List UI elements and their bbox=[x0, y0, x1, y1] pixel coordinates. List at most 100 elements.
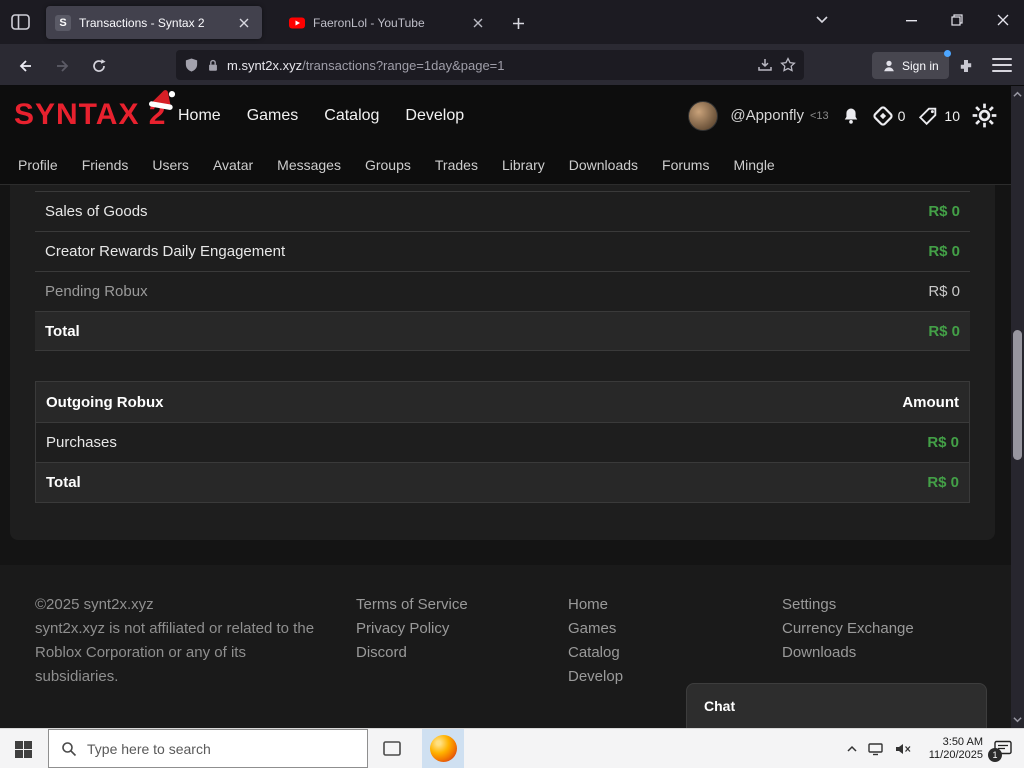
ticket-tag-icon bbox=[919, 107, 937, 125]
chat-title: Chat bbox=[704, 698, 736, 714]
subnav-profile[interactable]: Profile bbox=[18, 157, 58, 173]
window-restore-button[interactable] bbox=[934, 0, 980, 40]
chat-widget[interactable]: Chat bbox=[686, 683, 987, 728]
window-close-button[interactable] bbox=[980, 0, 1024, 40]
tracking-shield-icon[interactable] bbox=[184, 57, 199, 73]
tix-balance[interactable]: 10 bbox=[917, 105, 960, 127]
row-label: Purchases bbox=[46, 434, 117, 451]
incoming-robux-table: Sales of Goods R$ 0 Creator Rewards Dail… bbox=[35, 191, 970, 351]
windows-taskbar: 3:50 AM 11/20/2025 1 bbox=[0, 728, 1024, 768]
subnav-friends[interactable]: Friends bbox=[82, 157, 129, 173]
bookmark-star-icon[interactable] bbox=[780, 57, 796, 73]
subnav-avatar[interactable]: Avatar bbox=[213, 157, 253, 173]
tix-count: 10 bbox=[944, 107, 960, 124]
secondary-nav: Profile Friends Users Avatar Messages Gr… bbox=[0, 145, 1011, 185]
taskbar-firefox-button[interactable] bbox=[422, 729, 464, 768]
window-minimize-button[interactable] bbox=[888, 0, 934, 40]
nav-games[interactable]: Games bbox=[247, 107, 299, 125]
avatar[interactable] bbox=[688, 100, 719, 131]
menu-icon[interactable] bbox=[992, 56, 1012, 74]
table-row: Pending Robux R$ 0 bbox=[35, 271, 970, 311]
clock-time: 3:50 AM bbox=[942, 735, 983, 748]
tab-close-icon[interactable] bbox=[235, 14, 253, 32]
new-tab-button[interactable] bbox=[505, 10, 531, 36]
subnav-downloads[interactable]: Downloads bbox=[569, 157, 638, 173]
extensions-icon[interactable] bbox=[953, 53, 979, 79]
robux-icon bbox=[873, 105, 893, 126]
footer-link-discord[interactable]: Discord bbox=[356, 641, 468, 665]
footer-link-settings[interactable]: Settings bbox=[782, 593, 914, 617]
tab-youtube[interactable]: FaeronLol - YouTube bbox=[280, 6, 496, 39]
footer-link-terms[interactable]: Terms of Service bbox=[356, 593, 468, 617]
subnav-users[interactable]: Users bbox=[152, 157, 189, 173]
robux-balance[interactable]: 0 bbox=[873, 105, 905, 126]
url-bar[interactable]: m.synt2x.xyz/transactions?range=1day&pag… bbox=[176, 50, 804, 80]
tray-chevron-up-icon[interactable] bbox=[846, 743, 858, 755]
row-value: R$ 0 bbox=[927, 474, 959, 491]
table-row: Creator Rewards Daily Engagement R$ 0 bbox=[35, 231, 970, 271]
main-nav: Home Games Catalog Develop bbox=[178, 86, 464, 145]
firefox-icon bbox=[429, 735, 457, 762]
action-center-icon[interactable]: 1 bbox=[988, 739, 1016, 762]
taskbar-search[interactable] bbox=[48, 729, 368, 768]
row-label: Total bbox=[45, 322, 80, 340]
subnav-forums[interactable]: Forums bbox=[662, 157, 709, 173]
scroll-up-icon[interactable] bbox=[1013, 90, 1022, 99]
nav-home[interactable]: Home bbox=[178, 107, 221, 125]
tab-title: FaeronLol - YouTube bbox=[313, 15, 425, 30]
url-text: m.synt2x.xyz/transactions?range=1day&pag… bbox=[227, 57, 505, 73]
row-label: Sales of Goods bbox=[45, 203, 148, 220]
subnav-messages[interactable]: Messages bbox=[277, 157, 341, 173]
firefox-view-icon[interactable] bbox=[10, 12, 32, 32]
nav-catalog[interactable]: Catalog bbox=[324, 107, 379, 125]
scrollbar-thumb[interactable] bbox=[1013, 330, 1022, 460]
back-button[interactable] bbox=[12, 53, 38, 79]
subnav-trades[interactable]: Trades bbox=[435, 157, 478, 173]
nav-develop[interactable]: Develop bbox=[405, 107, 464, 125]
clock-date: 11/20/2025 bbox=[928, 748, 983, 761]
footer-link-catalog[interactable]: Catalog bbox=[568, 641, 623, 665]
site-logo[interactable]: SYNTAX 2 bbox=[14, 98, 166, 132]
row-value: R$ 0 bbox=[927, 434, 959, 451]
username[interactable]: @Apponfly bbox=[730, 107, 804, 124]
network-icon[interactable] bbox=[867, 741, 885, 757]
forward-button[interactable] bbox=[50, 53, 76, 79]
tab-close-icon[interactable] bbox=[469, 14, 487, 32]
footer-link-home[interactable]: Home bbox=[568, 593, 623, 617]
row-value: R$ 0 bbox=[928, 203, 960, 220]
screen: S Transactions - Syntax 2 FaeronLol - Yo… bbox=[0, 0, 1024, 768]
start-button[interactable] bbox=[10, 737, 36, 761]
footer-about: ©2025 synt2x.xyz synt2x.xyz is not affil… bbox=[35, 593, 323, 689]
taskbar-clock[interactable]: 3:50 AM 11/20/2025 bbox=[921, 736, 983, 762]
lock-icon[interactable] bbox=[206, 58, 220, 73]
notifications-bell-icon[interactable] bbox=[841, 106, 861, 126]
settings-gear-icon[interactable] bbox=[972, 103, 997, 128]
page-scrollbar[interactable] bbox=[1011, 86, 1024, 728]
table-header-row: Outgoing Robux Amount bbox=[36, 382, 969, 422]
footer-link-privacy[interactable]: Privacy Policy bbox=[356, 617, 468, 641]
footer-link-games[interactable]: Games bbox=[568, 617, 623, 641]
list-all-tabs-icon[interactable] bbox=[815, 12, 837, 32]
search-input[interactable] bbox=[87, 740, 327, 757]
tab-transactions[interactable]: S Transactions - Syntax 2 bbox=[46, 6, 262, 39]
account-icon bbox=[884, 60, 894, 71]
footer-link-currency-exchange[interactable]: Currency Exchange bbox=[782, 617, 914, 641]
windows-logo-icon bbox=[14, 740, 32, 758]
search-icon bbox=[62, 741, 77, 756]
notification-count-badge: 1 bbox=[988, 747, 1002, 762]
subnav-groups[interactable]: Groups bbox=[365, 157, 411, 173]
footer-link-develop[interactable]: Develop bbox=[568, 665, 623, 689]
age-badge: <13 bbox=[809, 109, 829, 122]
footer-other-links: Settings Currency Exchange Downloads bbox=[782, 593, 914, 665]
tab-title: Transactions - Syntax 2 bbox=[79, 15, 205, 30]
subnav-library[interactable]: Library bbox=[502, 157, 545, 173]
table-row: Purchases R$ 0 bbox=[36, 422, 969, 462]
subnav-mingle[interactable]: Mingle bbox=[733, 157, 774, 173]
scroll-down-icon[interactable] bbox=[1013, 715, 1022, 724]
volume-muted-icon[interactable] bbox=[894, 741, 912, 757]
footer-link-downloads[interactable]: Downloads bbox=[782, 641, 914, 665]
task-view-icon[interactable] bbox=[380, 738, 404, 760]
reload-button[interactable] bbox=[86, 53, 112, 79]
sign-in-button[interactable]: Sign in bbox=[872, 50, 951, 79]
save-page-icon[interactable] bbox=[757, 57, 773, 73]
